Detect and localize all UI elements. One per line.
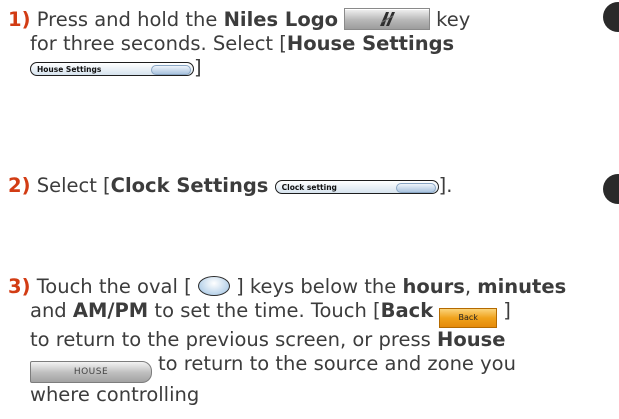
house-settings-label: House Settings <box>286 32 455 55</box>
oval-key-icon[interactable] <box>197 276 230 296</box>
clock-settings-label: Clock Settings <box>110 174 269 197</box>
step-number: 3) <box>8 275 31 298</box>
hours-label: hours <box>402 275 465 298</box>
step-3: 3) Touch the oval [ ] keys below the hou… <box>8 275 567 406</box>
back-label: Back <box>380 299 434 322</box>
clock-setting-button[interactable]: Clock setting <box>274 179 439 194</box>
step-number: 2) <box>8 174 31 197</box>
back-button[interactable]: Back <box>439 308 498 328</box>
button-highlight <box>395 182 436 193</box>
minutes-label: minutes <box>477 275 567 298</box>
button-highlight <box>151 64 191 75</box>
step-2: 2) Select [Clock Settings Clock setting … <box>8 174 453 197</box>
house-settings-button[interactable]: House Settings <box>30 61 194 76</box>
house-button[interactable]: HOUSE <box>30 361 152 383</box>
step-number: 1) <box>8 8 31 31</box>
niles-logo-label: Niles Logo <box>223 8 339 31</box>
am-pm-label: AM/PM <box>72 299 149 322</box>
niles-logo-icon <box>380 12 396 26</box>
step-1: 1) Press and hold the Niles Logo key for … <box>8 8 471 79</box>
niles-logo-key-button[interactable] <box>344 8 431 30</box>
house-label: House <box>437 328 506 351</box>
